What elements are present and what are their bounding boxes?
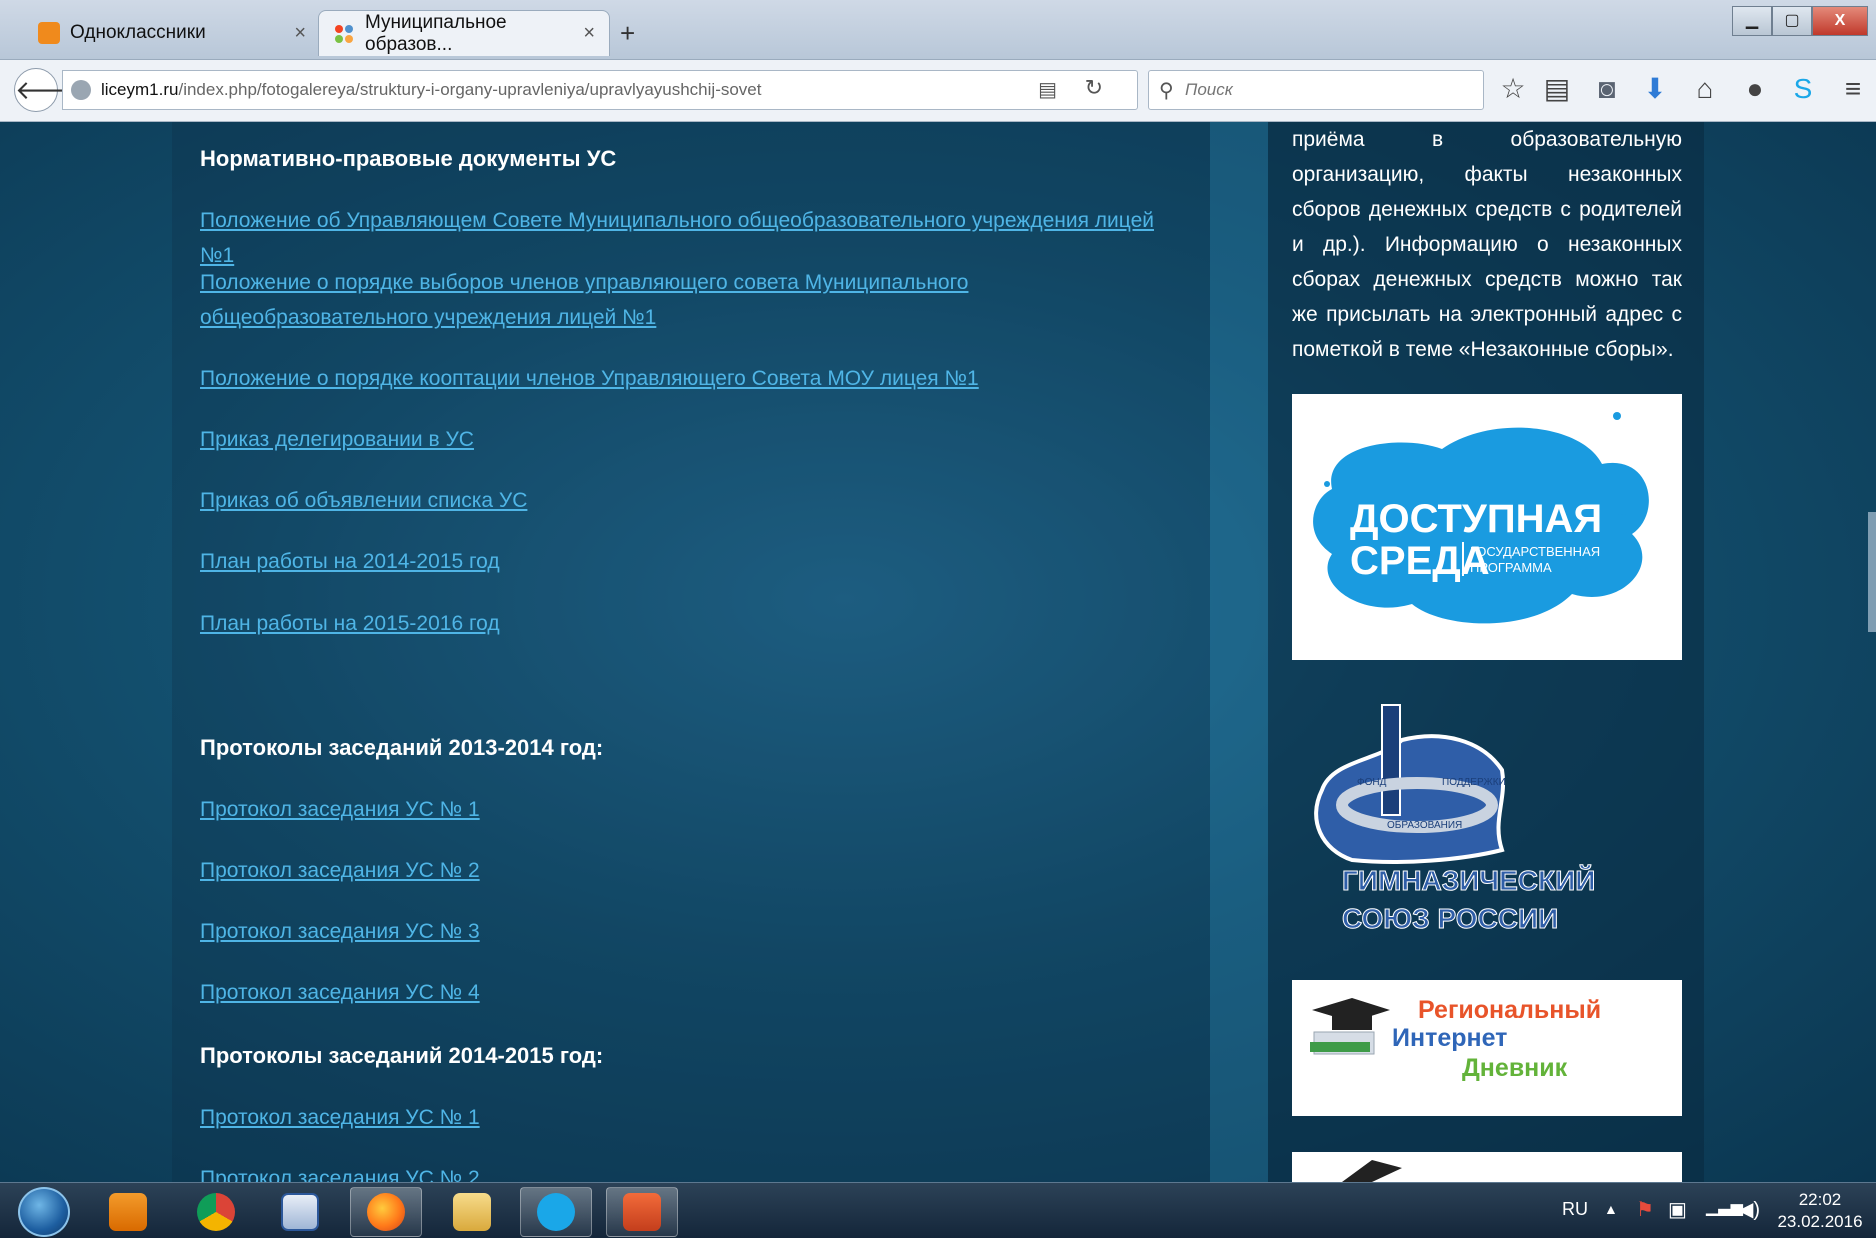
show-hidden-icons-icon[interactable]: ▲ (1604, 1201, 1618, 1217)
taskbar-chrome[interactable] (180, 1187, 252, 1237)
dostup-title-1: ДОСТУПНАЯ (1350, 497, 1602, 541)
heading-protocols-2013: Протоколы заседаний 2013-2014 год: (200, 735, 604, 760)
sidebar-info-text: приёма в образовательную организацию, фа… (1292, 128, 1682, 361)
navigation-bar: 🡐 liceym1.ru/index.php/fotogalereya/stru… (0, 60, 1876, 122)
heading-normative: Нормативно-правовые документы УС (200, 146, 617, 171)
page-scrollbar[interactable] (1868, 512, 1876, 632)
pocket-icon[interactable]: ◙ (1590, 72, 1624, 106)
search-input[interactable] (1185, 75, 1475, 105)
close-tab-icon[interactable]: × (583, 22, 595, 45)
protocol-2014-link-2[interactable]: Протокол заседания УС № 2 (200, 1161, 1180, 1182)
word-icon (281, 1193, 319, 1231)
home-icon[interactable]: ⌂ (1688, 72, 1722, 106)
diary-line-2: Интернет (1392, 1024, 1507, 1052)
dostupnaya-sreda-banner[interactable]: ДОСТУПНАЯ СРЕДА ГОСУДАРСТВЕННАЯ ПРОГРАММ… (1292, 394, 1682, 660)
tab-label: Одноклассники (70, 22, 206, 43)
doc-link-plan-2014[interactable]: План работы на 2014-2015 год (200, 544, 1180, 579)
joomla-icon (333, 23, 355, 45)
bookmarks-list-icon[interactable]: ▤ (1540, 72, 1574, 106)
maximize-button[interactable]: ▢ (1772, 6, 1812, 36)
protocol-2013-link-1[interactable]: Протокол заседания УС № 1 (200, 792, 1180, 827)
reader-view-icon[interactable]: ▤ (1038, 77, 1057, 102)
close-window-button[interactable]: X (1812, 6, 1868, 36)
network-icon[interactable]: ▣ (1668, 1197, 1687, 1222)
window-controls: ▁ ▢ X (1732, 6, 1868, 36)
gimn-line-2: СОЮЗ РОССИИ (1342, 903, 1558, 934)
odnoklassniki-icon (38, 22, 60, 44)
doc-link-regulation-council[interactable]: Положение об Управляющем Совете Муниципа… (200, 203, 1180, 273)
column-divider (1210, 122, 1268, 1182)
gimn-ring-2: ПОДДЕРЖКИ (1442, 777, 1506, 788)
taskbar-presentation[interactable] (606, 1187, 678, 1237)
gimn-ring-3: ОБРАЗОВАНИЯ (1387, 820, 1462, 831)
internet-dnevnik-banner[interactable]: Региональный Интернет Дневник (1292, 980, 1682, 1116)
clock-date: 23.02.2016 (1777, 1212, 1863, 1231)
gimnazicheskiy-soyuz-banner[interactable]: ФОНД ПОДДЕРЖКИ ОБРАЗОВАНИЯ ГИМНАЗИЧЕСКИЙ… (1292, 700, 1682, 950)
diary-line-1: Региональный (1418, 996, 1601, 1024)
new-tab-button[interactable]: + (620, 18, 635, 49)
gimn-line-1: ГИМНАЗИЧЕСКИЙ (1342, 864, 1595, 896)
tab-strip: Одноклассники × Муниципальное образов...… (0, 0, 1876, 60)
folder-icon (453, 1193, 491, 1231)
back-button[interactable]: 🡐 (14, 68, 85, 112)
search-box[interactable]: ⚲ (1148, 70, 1484, 110)
skype-icon (537, 1193, 575, 1231)
tab-odnoklassniki[interactable]: Одноклассники × (24, 10, 320, 56)
search-icon: ⚲ (1159, 80, 1174, 102)
reload-icon[interactable]: ↻ (1085, 75, 1103, 101)
address-bar[interactable]: liceym1.ru/index.php/fotogalereya/strukt… (62, 70, 1138, 110)
next-banner[interactable] (1292, 1152, 1682, 1182)
gimnazicheskiy-soyuz-logo: ФОНД ПОДДЕРЖКИ ОБРАЗОВАНИЯ ГИМНАЗИЧЕСКИЙ… (1314, 704, 1596, 935)
protocol-2013-link-2[interactable]: Протокол заседания УС № 2 (200, 853, 1180, 888)
firefox-icon (367, 1193, 405, 1231)
heading-protocols-2014: Протоколы заседаний 2014-2015 год: (200, 1043, 604, 1068)
start-button[interactable] (18, 1187, 70, 1237)
chrome-icon (197, 1193, 235, 1231)
dostup-title-2: СРЕДА (1350, 539, 1490, 583)
doc-link-election-order[interactable]: Положение о порядке выборов членов управ… (200, 265, 1180, 335)
doc-link-list-order[interactable]: Приказ об объявлении списка УС (200, 483, 1180, 518)
globe-icon (71, 80, 91, 100)
protocol-2013-link-3[interactable]: Протокол заседания УС № 3 (200, 914, 1180, 949)
taskbar-skype[interactable] (520, 1187, 592, 1237)
system-clock[interactable]: 22:02 23.02.2016 (1772, 1189, 1868, 1233)
diary-line-3: Дневник (1462, 1054, 1568, 1082)
taskbar-firefox[interactable] (350, 1187, 422, 1237)
flag-icon[interactable]: ⚑ (1636, 1197, 1654, 1222)
skype-icon[interactable]: S (1786, 72, 1820, 106)
doc-link-delegation-order[interactable]: Приказ делегировании в УС (200, 422, 1180, 457)
clock-time: 22:02 (1798, 1190, 1842, 1209)
bookmark-star-icon[interactable]: ☆ (1496, 72, 1530, 106)
media-player-icon (109, 1193, 147, 1231)
taskbar-explorer[interactable] (436, 1187, 508, 1237)
gimn-ring-1: ФОНД (1357, 777, 1387, 788)
tab-municipal[interactable]: Муниципальное образов... × (318, 10, 610, 56)
tab-label: Муниципальное образов... (365, 11, 507, 55)
dostup-sub-2: ПРОГРАММА (1470, 560, 1552, 575)
volume-icon[interactable]: ◀) (1738, 1197, 1760, 1222)
chat-icon[interactable]: ● (1738, 72, 1772, 106)
graduation-cap-icon (1342, 1160, 1402, 1182)
windows-taskbar: RU ▲ ⚑ ▣ ▁▃▅ ◀) 22:02 23.02.2016 (0, 1182, 1876, 1238)
doc-link-cooptation[interactable]: Положение о порядке кооптации членов Упр… (200, 361, 1180, 396)
taskbar-media-player[interactable] (92, 1187, 164, 1237)
close-tab-icon[interactable]: × (294, 22, 306, 45)
presentation-icon (623, 1193, 661, 1231)
dostup-sub-1: ГОСУДАРСТВЕННАЯ (1470, 544, 1600, 559)
menu-icon[interactable]: ≡ (1836, 72, 1870, 106)
url-path: /index.php/fotogalereya/struktury-i-orga… (178, 80, 762, 99)
download-icon[interactable]: ⬇ (1638, 72, 1672, 106)
dostupnaya-sreda-logo: ДОСТУПНАЯ СРЕДА ГОСУДАРСТВЕННАЯ ПРОГРАММ… (1313, 412, 1649, 624)
doc-link-plan-2015[interactable]: План работы на 2015-2016 год (200, 606, 1180, 641)
url-domain: liceym1.ru (101, 80, 179, 99)
protocol-2013-link-4[interactable]: Протокол заседания УС № 4 (200, 975, 1180, 1010)
internet-dnevnik-logo: Региональный Интернет Дневник (1292, 980, 1682, 1116)
language-indicator[interactable]: RU (1562, 1199, 1588, 1220)
minimize-button[interactable]: ▁ (1732, 6, 1772, 36)
protocol-2014-link-1[interactable]: Протокол заседания УС № 1 (200, 1100, 1180, 1135)
taskbar-word[interactable] (264, 1187, 336, 1237)
url-text[interactable]: liceym1.ru/index.php/fotogalereya/strukt… (101, 80, 761, 100)
